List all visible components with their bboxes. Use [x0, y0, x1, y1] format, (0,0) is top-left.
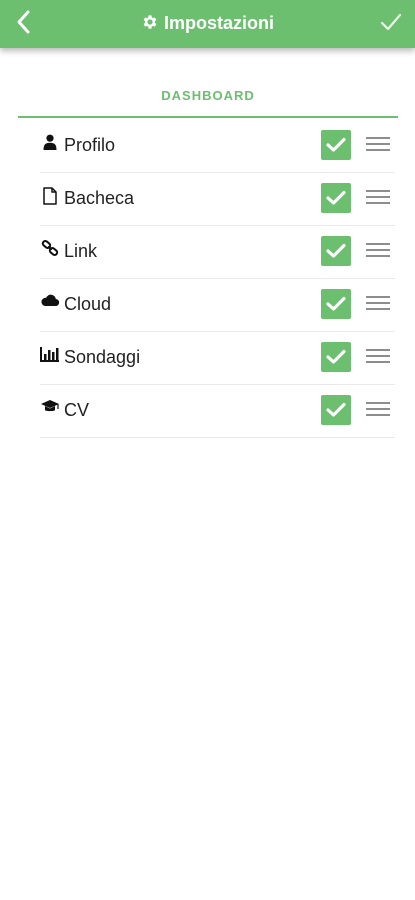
checkbox[interactable] [321, 236, 351, 266]
drag-handle-icon[interactable] [366, 243, 390, 259]
section-tab-dashboard[interactable]: DASHBOARD [18, 80, 398, 118]
list-item[interactable]: Sondaggi [40, 332, 395, 385]
checkbox[interactable] [321, 130, 351, 160]
list-item[interactable]: Link [40, 226, 395, 279]
checkbox[interactable] [321, 395, 351, 425]
drag-handle-icon[interactable] [366, 190, 390, 206]
list-item-label: Profilo [64, 135, 116, 155]
list-item[interactable]: Profilo [40, 120, 395, 173]
check-icon [326, 296, 346, 311]
drag-handle-icon[interactable] [366, 296, 390, 312]
drag-handle-icon[interactable] [366, 349, 390, 365]
dashboard-items-list: Profilo Bacheca Link Cloud Sondaggi CV [40, 120, 395, 438]
page-title: Impostazioni [0, 0, 415, 46]
check-icon [326, 402, 346, 417]
checkbox[interactable] [321, 342, 351, 372]
drag-handle-icon[interactable] [366, 402, 390, 418]
check-icon [326, 349, 346, 364]
document-icon [40, 187, 60, 205]
confirm-button[interactable] [371, 4, 411, 44]
check-icon [326, 137, 346, 152]
gear-icon [141, 13, 159, 31]
list-item[interactable]: Cloud [40, 279, 395, 332]
checkbox[interactable] [321, 183, 351, 213]
link-icon [40, 240, 60, 258]
list-item-label: Cloud [64, 294, 112, 314]
graduation-cap-icon [40, 399, 60, 417]
user-icon [40, 134, 60, 152]
check-icon [380, 12, 402, 37]
cloud-icon [40, 293, 60, 311]
list-item[interactable]: CV [40, 385, 395, 438]
settings-screen: Impostazioni DASHBOARD Profilo Bacheca L… [0, 0, 415, 900]
drag-handle-icon[interactable] [366, 137, 390, 153]
checkbox[interactable] [321, 289, 351, 319]
list-item-label: Sondaggi [64, 347, 141, 367]
list-item-label: Bacheca [64, 188, 135, 208]
bar-chart-icon [40, 346, 60, 364]
check-icon [326, 190, 346, 205]
page-title-text: Impostazioni [163, 12, 274, 33]
list-item[interactable]: Bacheca [40, 173, 395, 226]
check-icon [326, 243, 346, 258]
list-item-label: CV [64, 400, 90, 420]
top-app-bar: Impostazioni [0, 0, 415, 48]
list-item-label: Link [64, 241, 98, 261]
